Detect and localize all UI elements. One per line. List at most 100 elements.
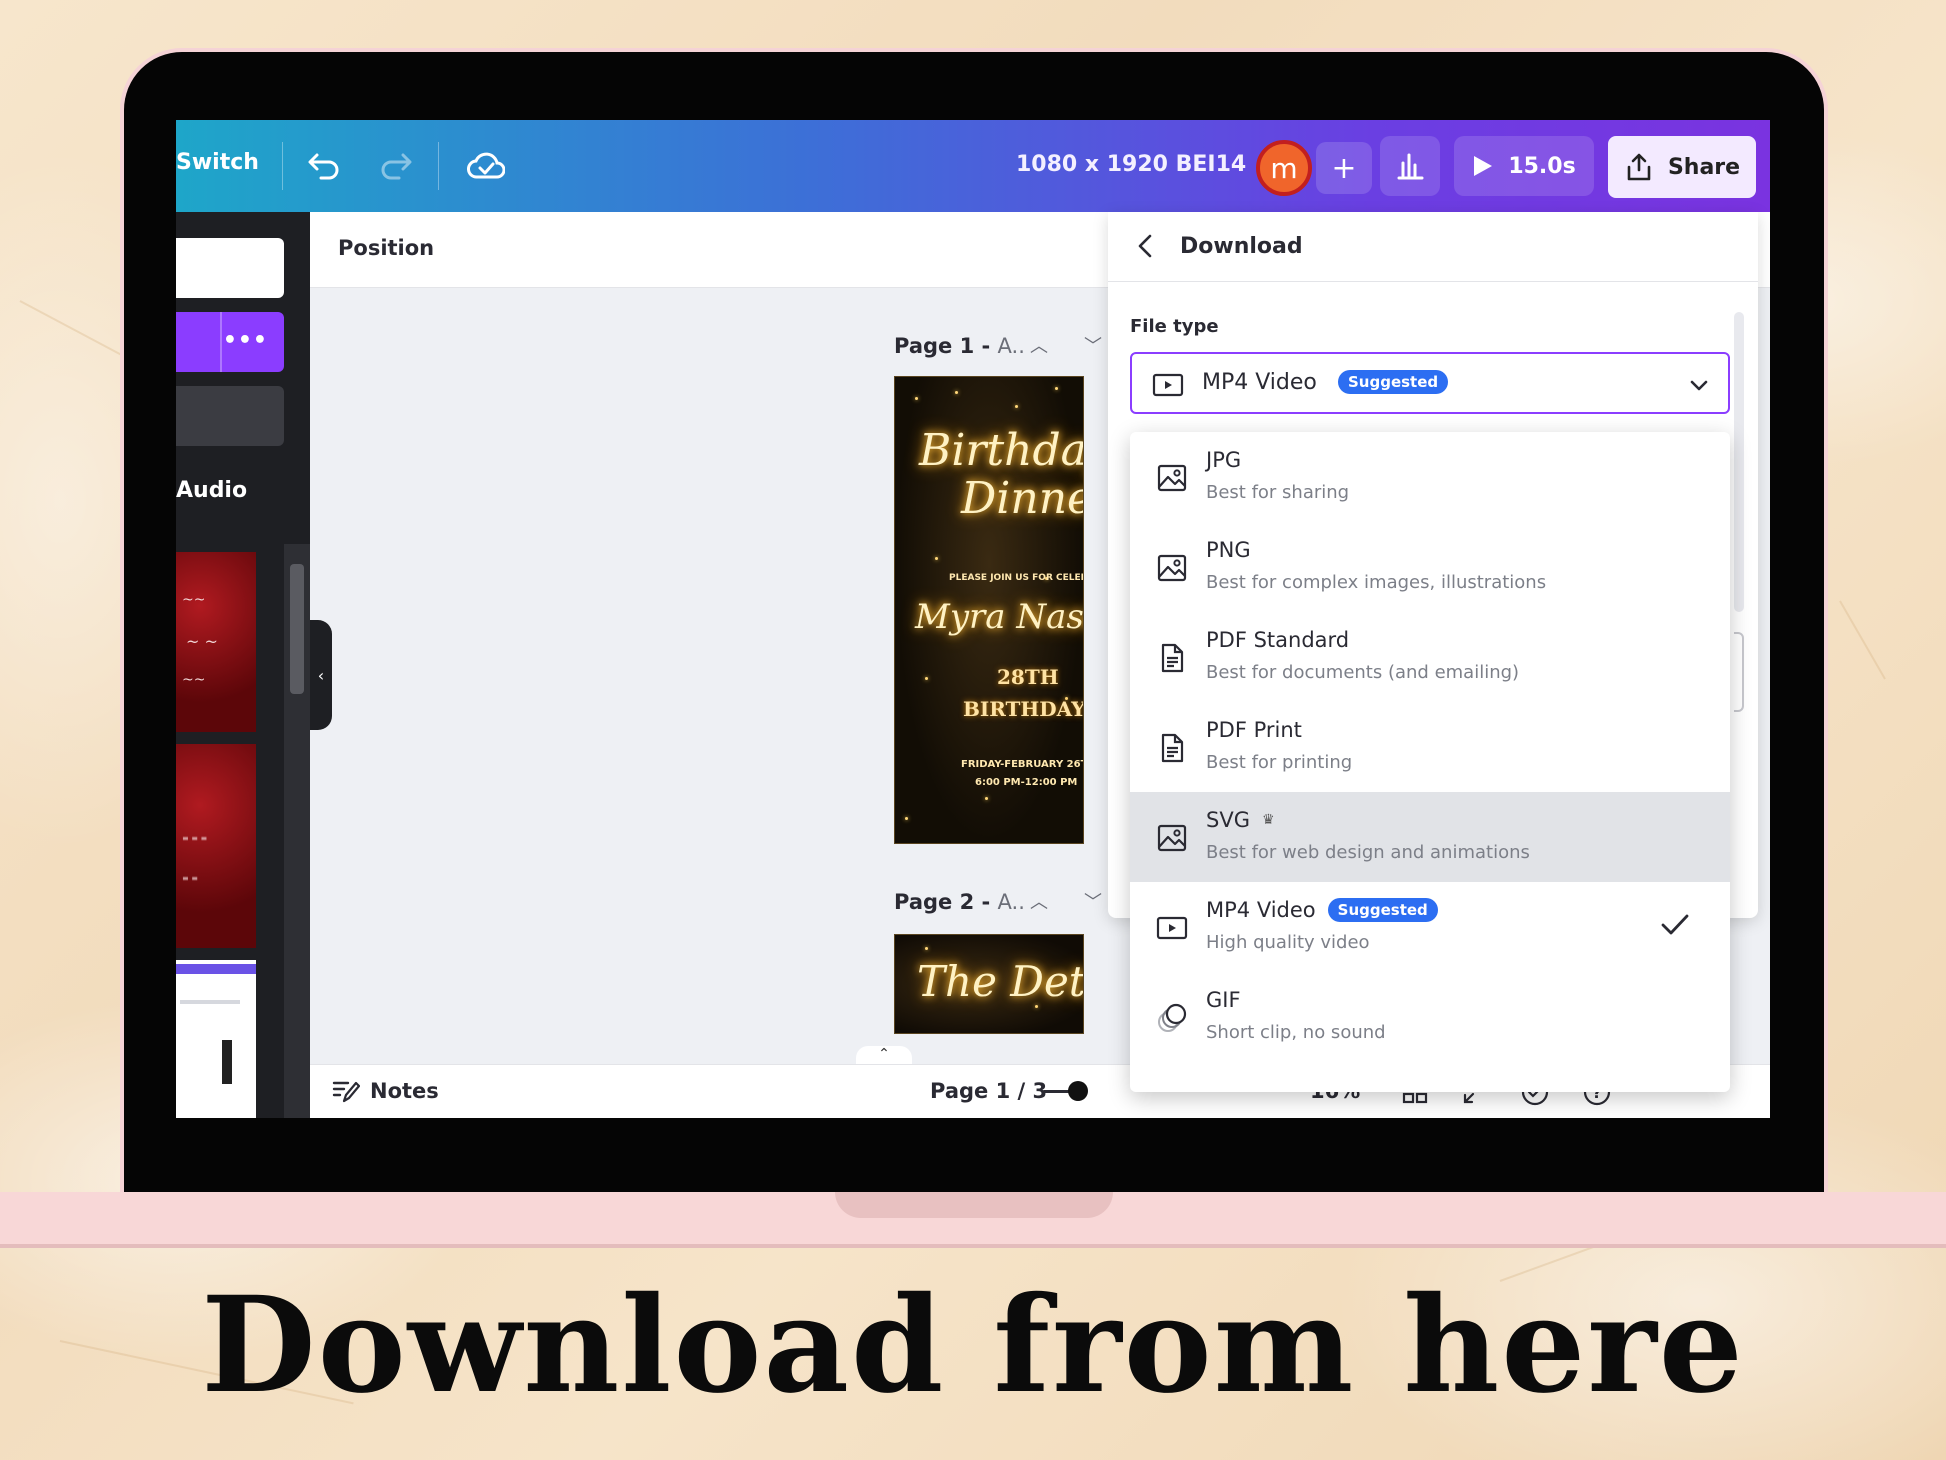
page-1-suffix: A..: [997, 334, 1025, 358]
search-field[interactable]: [176, 238, 284, 298]
notes-button[interactable]: Notes: [332, 1079, 439, 1103]
design-occasion: BIRTHDAY: [963, 697, 1084, 721]
share-button[interactable]: Share: [1608, 136, 1756, 198]
option-name-text: SVG: [1206, 808, 1250, 832]
video-icon: [1156, 912, 1188, 944]
collapse-panel-button[interactable]: ‹: [310, 620, 332, 730]
page-down-icon[interactable]: ﹀: [1084, 888, 1102, 914]
file-type-option-mp4[interactable]: MP4 Video Suggested High quality video: [1130, 882, 1730, 972]
template-thumbnail[interactable]: [176, 960, 256, 1118]
document-icon: [1156, 642, 1188, 674]
option-name: GIF: [1206, 988, 1241, 1012]
bar-chart-icon: [1397, 153, 1424, 180]
avatar[interactable]: m: [1256, 140, 1312, 196]
chevron-down-icon: [1688, 374, 1710, 400]
page-2-title: Page 2 -: [894, 890, 998, 914]
marble-background: { "topbar": { "switch_label": "Switch", …: [0, 0, 1946, 1460]
panel-scrollbar[interactable]: [284, 544, 310, 1118]
sparkle: [1055, 387, 1058, 390]
page-2-label[interactable]: Page 2 - A..: [894, 890, 1025, 914]
undo-icon[interactable]: [304, 146, 344, 186]
design-page-1[interactable]: Birthday Dinner PLEASE JOIN US FOR CELEB…: [894, 376, 1084, 844]
video-icon: [1152, 372, 1184, 402]
more-options-icon[interactable]: •••: [223, 328, 268, 353]
add-collaborator-button[interactable]: +: [1316, 142, 1372, 194]
audio-action-button[interactable]: •••: [176, 312, 284, 372]
design-title-line-1: Birthday: [919, 425, 1083, 476]
design-page-2[interactable]: The Details: [894, 934, 1084, 1034]
thumbnail-bar: [222, 1040, 232, 1084]
page-up-icon[interactable]: ︿: [1030, 332, 1048, 358]
back-arrow-icon[interactable]: [1132, 232, 1160, 260]
file-type-select[interactable]: MP4 Video Suggested: [1130, 352, 1730, 414]
page-1-label[interactable]: Page 1 - A..: [894, 334, 1025, 358]
page-down-icon[interactable]: ﹀: [1084, 332, 1102, 358]
duration-label: 15.0s: [1508, 153, 1576, 179]
option-name: PDF Standard: [1206, 628, 1349, 652]
toolbar-divider: [438, 142, 439, 190]
panel-control-edge: [1734, 632, 1744, 712]
switch-button[interactable]: Switch: [176, 150, 259, 175]
thumbnail-toolbar: [176, 964, 256, 974]
thumbnail-decoration: ≡ ≡ ≡: [182, 834, 208, 843]
design-title[interactable]: 1080 x 1920 BEI14: [1016, 152, 1246, 177]
option-name: PDF Print: [1206, 718, 1302, 742]
thumbnail-decoration: ~~: [182, 592, 206, 608]
secondary-button[interactable]: [176, 386, 284, 446]
option-description: Best for complex images, illustrations: [1206, 572, 1547, 593]
notes-icon: [332, 1081, 360, 1103]
redo-icon[interactable]: [376, 146, 416, 186]
option-name-text: JPG: [1206, 448, 1242, 472]
present-button[interactable]: 15.0s: [1454, 136, 1594, 196]
file-type-option-pdf-standard[interactable]: PDF Standard Best for documents (and ema…: [1130, 612, 1730, 702]
laptop-notch: [835, 1192, 1113, 1218]
thumbnail-bar: [180, 1000, 240, 1004]
panel-scrollbar[interactable]: [1734, 312, 1744, 612]
file-type-option-jpg[interactable]: JPG Best for sharing: [1130, 432, 1730, 522]
design-ordinal: 28TH: [997, 665, 1059, 689]
marble-vein: [1839, 600, 1886, 680]
option-name-text: PDF Print: [1206, 718, 1302, 742]
design-2-title: The Details: [917, 957, 1084, 1006]
position-button[interactable]: Position: [338, 236, 434, 260]
option-name: JPG: [1206, 448, 1241, 472]
share-label: Share: [1667, 154, 1741, 180]
page-up-icon[interactable]: ︿: [1030, 888, 1048, 914]
option-description: Short clip, no sound: [1206, 1022, 1386, 1043]
button-divider: [220, 312, 222, 372]
scrollbar-thumb[interactable]: [290, 564, 304, 694]
sparkle: [985, 797, 988, 800]
top-bar: Switch 1080 x 1920 BEI14 m + 15.0s Share: [176, 120, 1770, 212]
thumbnail-decoration: ~ ~: [186, 632, 218, 651]
sparkle: [915, 397, 918, 400]
file-type-dropdown: JPG Best for sharing PNG Best for comple…: [1130, 432, 1730, 1092]
file-type-option-pdf-print[interactable]: PDF Print Best for printing: [1130, 702, 1730, 792]
file-type-option-svg[interactable]: SVG ♛ Best for web design and animations: [1130, 792, 1730, 882]
option-name: MP4 Video Suggested: [1206, 898, 1438, 922]
insights-button[interactable]: [1380, 136, 1440, 196]
page-2-suffix: A..: [997, 890, 1025, 914]
file-type-option-gif[interactable]: GIF Short clip, no sound: [1130, 972, 1730, 1062]
page-counter[interactable]: Page 1 / 3: [930, 1079, 1047, 1103]
design-title-line-2: Dinner: [961, 473, 1083, 524]
option-description: Best for sharing: [1206, 482, 1350, 503]
sparkle: [1015, 405, 1018, 408]
page-1-title: Page 1 -: [894, 334, 998, 358]
sparkle: [925, 947, 928, 950]
share-icon: [1627, 153, 1651, 181]
file-type-label: File type: [1130, 316, 1219, 337]
sparkle: [935, 557, 938, 560]
zoom-slider-handle[interactable]: [1068, 1081, 1088, 1101]
image-icon: [1156, 462, 1188, 494]
design-date: FRIDAY-FEBRUARY 26TH: [961, 759, 1084, 770]
document-icon: [1156, 732, 1188, 764]
template-thumbnail[interactable]: ~~ ~ ~ ~~: [176, 552, 256, 732]
template-thumbnail[interactable]: ≡ ≡ ≡ ≡ ≡: [176, 744, 256, 948]
checkmark-icon: [1660, 912, 1690, 942]
audio-section-title: Audio: [176, 478, 248, 503]
file-type-option-png[interactable]: PNG Best for complex images, illustratio…: [1130, 522, 1730, 612]
selected-file-type: MP4 Video: [1202, 370, 1317, 395]
option-description: High quality video: [1206, 932, 1370, 953]
cloud-saved-icon[interactable]: [466, 146, 506, 186]
option-description: Best for printing: [1206, 752, 1353, 773]
